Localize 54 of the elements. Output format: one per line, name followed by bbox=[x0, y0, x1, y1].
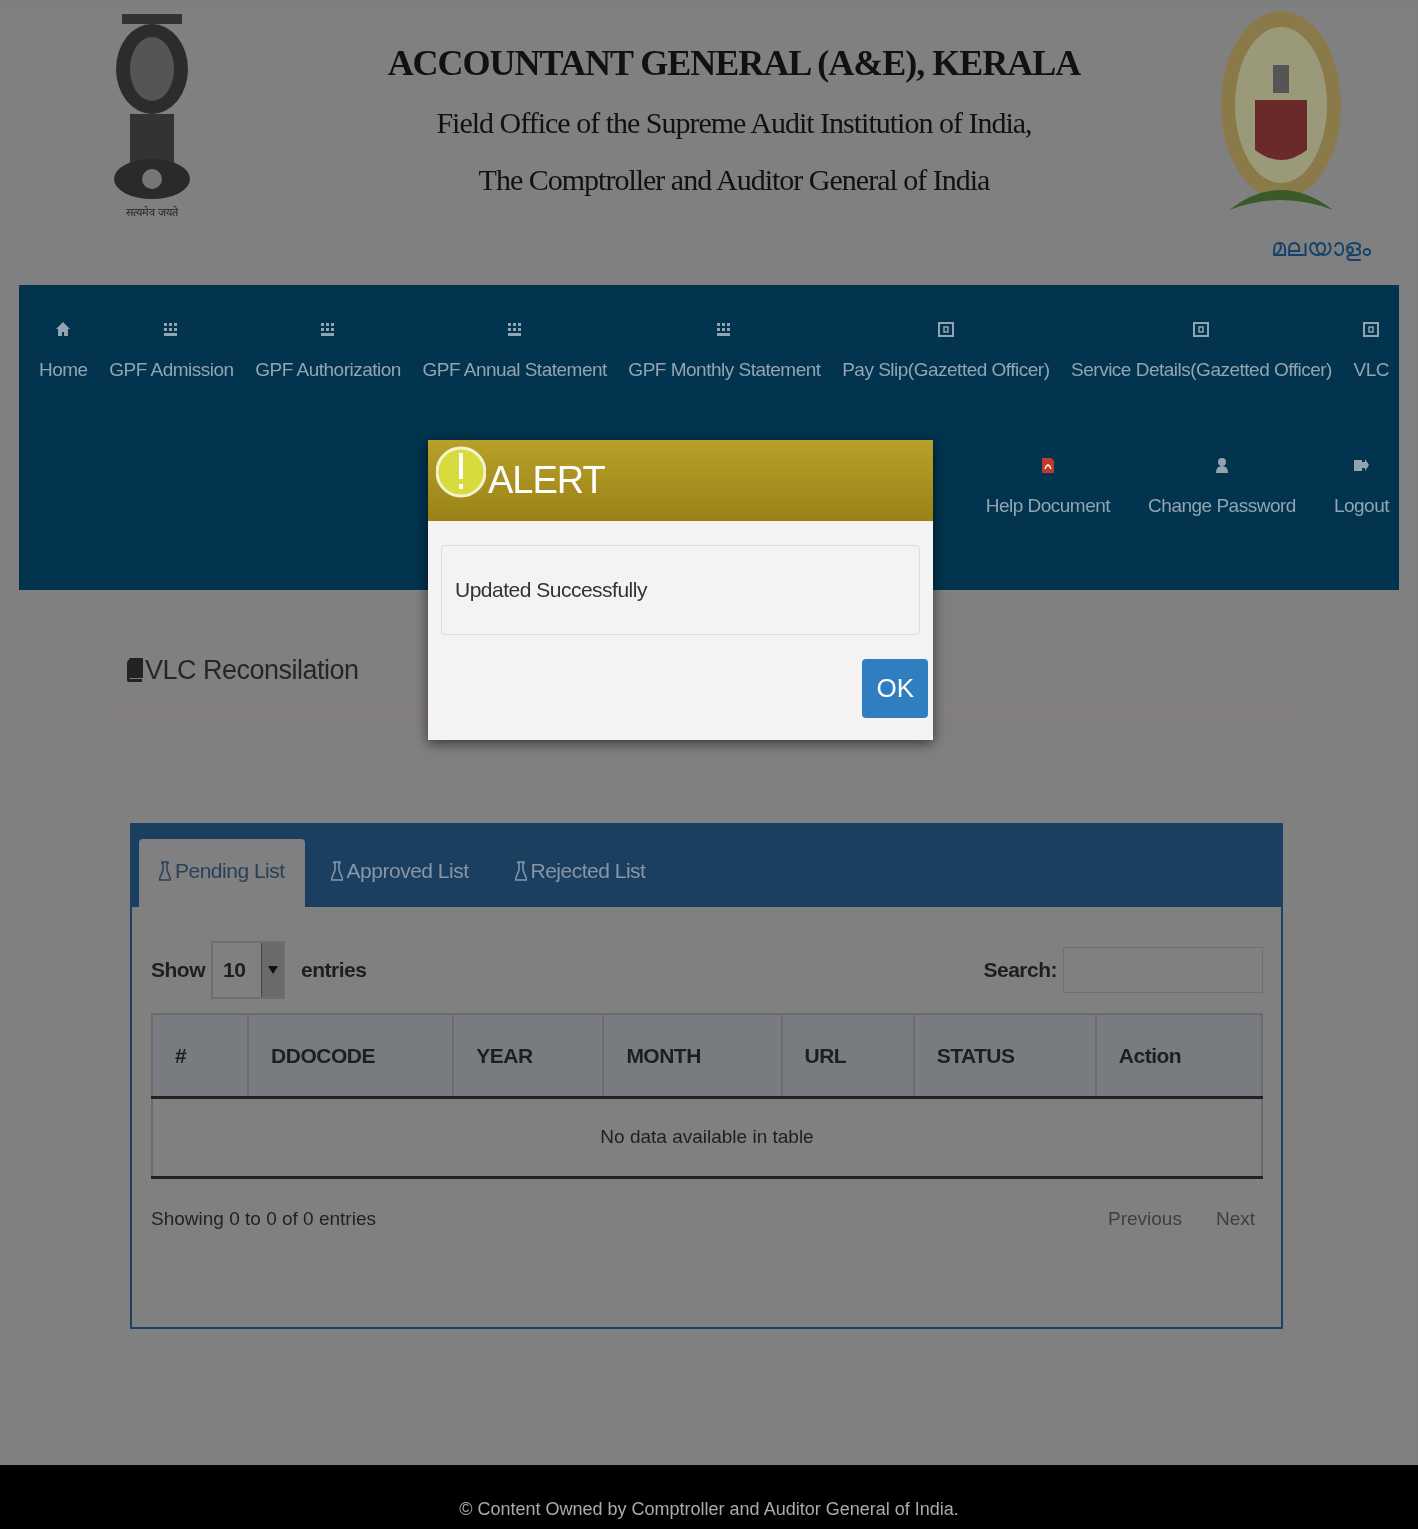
column-header: # bbox=[152, 1013, 249, 1098]
grid-icon bbox=[716, 321, 733, 338]
column-header: YEAR bbox=[453, 1013, 604, 1098]
column-header: URL bbox=[781, 1013, 914, 1098]
flask-icon bbox=[330, 860, 343, 881]
column-header: STATUS bbox=[913, 1013, 1096, 1098]
tab[interactable]: Pending List bbox=[139, 839, 305, 907]
document-icon bbox=[1039, 456, 1056, 474]
entries-label: entries bbox=[301, 956, 367, 983]
header-subtitle: The Comptroller and Auditor General of India bbox=[477, 162, 991, 198]
pagination-link[interactable]: Previous bbox=[1108, 1208, 1182, 1229]
nav-item[interactable]: Change Password bbox=[1148, 456, 1296, 520]
alert-title: ALERT bbox=[488, 458, 605, 503]
language-link[interactable]: മലയാളം bbox=[1271, 230, 1371, 266]
nav-item[interactable]: GPF Admission bbox=[109, 321, 234, 385]
header-subtitle: Field Office of the Supreme Audit Institution of India, bbox=[435, 105, 1033, 141]
header-title: ACCOUNTANT GENERAL (A&E), KERALA bbox=[386, 42, 1082, 85]
home-icon bbox=[55, 321, 72, 338]
page-size-select[interactable]: 10 bbox=[211, 940, 285, 999]
tab[interactable]: Approved List bbox=[310, 839, 489, 907]
nav-item[interactable]: Pay Slip(Gazetted Officer) bbox=[842, 321, 1050, 385]
empty-table-message: No data available in table bbox=[152, 1097, 1262, 1178]
alert-message: Updated Successfully bbox=[441, 545, 920, 635]
nav-item[interactable]: Service Details(Gazetted Officer) bbox=[1071, 321, 1332, 385]
tab[interactable]: Rejected List bbox=[494, 839, 666, 907]
caret-icon bbox=[267, 965, 278, 974]
flask-icon bbox=[514, 860, 527, 881]
grid-icon bbox=[320, 321, 337, 338]
motto-text: सत्यमेव जयते bbox=[125, 205, 179, 220]
nav-item[interactable]: Logout bbox=[1333, 456, 1389, 520]
grid-icon bbox=[163, 321, 180, 338]
column-header: DDOCODE bbox=[248, 1013, 454, 1098]
ok-button[interactable]: OK bbox=[862, 658, 928, 718]
book-icon bbox=[127, 658, 143, 683]
user-icon bbox=[1214, 456, 1230, 474]
grid-icon bbox=[506, 321, 523, 338]
pagination-link[interactable]: Next bbox=[1215, 1208, 1255, 1229]
column-header: Action bbox=[1095, 1013, 1262, 1098]
column-header: MONTH bbox=[603, 1013, 782, 1098]
nav-item[interactable]: Home bbox=[39, 321, 88, 385]
show-label: Show bbox=[151, 956, 205, 983]
nav-item[interactable]: Help Document bbox=[985, 456, 1111, 520]
nav-item[interactable]: GPF Monthly Statement bbox=[628, 321, 821, 385]
nav-item[interactable]: GPF Authorization bbox=[255, 321, 401, 385]
table-info: Showing 0 to 0 of 0 entries bbox=[151, 1207, 376, 1231]
nav-item[interactable]: GPF Annual Statement bbox=[422, 321, 607, 385]
frame-icon bbox=[937, 321, 954, 338]
nav-item[interactable]: VLC bbox=[1353, 321, 1389, 385]
search-label: Search: bbox=[983, 956, 1057, 983]
frame-icon bbox=[1193, 321, 1210, 338]
page-title: VLC Reconsilation bbox=[145, 654, 359, 687]
footer-text: © Content Owned by Comptroller and Auditor General of India. bbox=[459, 1498, 959, 1521]
frame-icon bbox=[1363, 321, 1380, 338]
flask-icon bbox=[159, 860, 171, 881]
